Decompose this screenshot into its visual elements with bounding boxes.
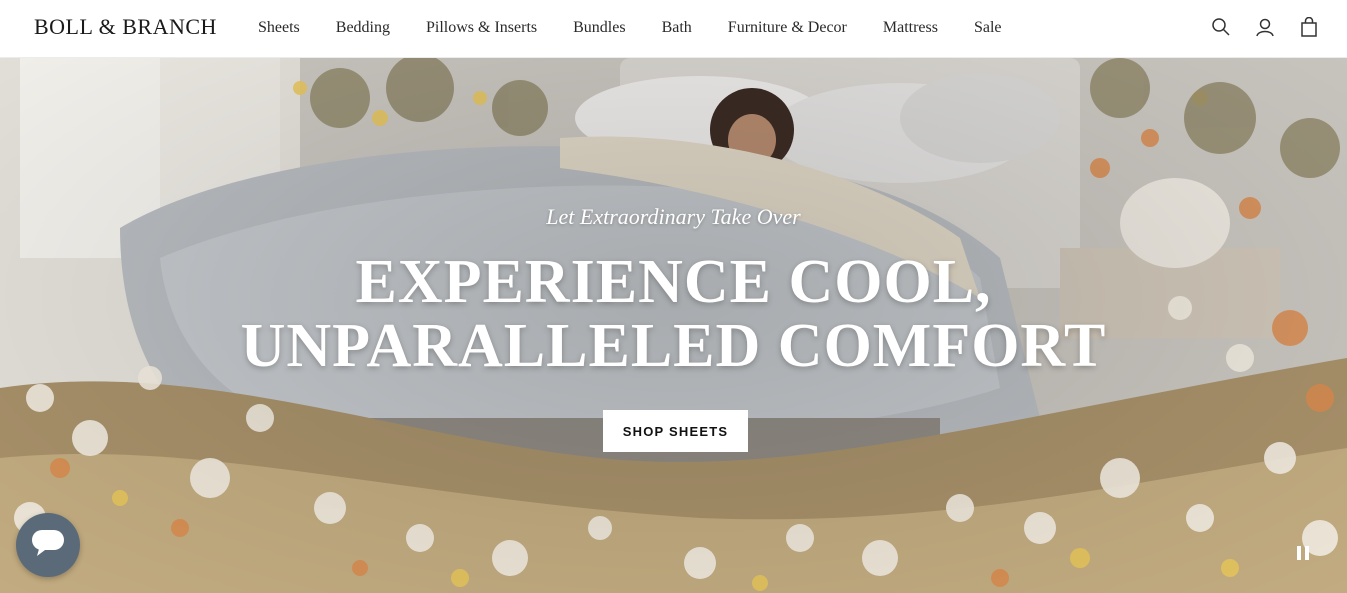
- chat-button[interactable]: [16, 513, 80, 577]
- nav-item-bundles[interactable]: Bundles: [573, 18, 625, 38]
- nav-item-sale[interactable]: Sale: [974, 18, 1002, 38]
- header-actions: [1211, 16, 1319, 38]
- hero-subtitle: Let Extraordinary Take Over: [546, 204, 801, 229]
- hero-title-line-2: UNPARALLELED COMFORT: [240, 312, 1107, 380]
- pause-button[interactable]: [1292, 544, 1314, 566]
- main-nav: Sheets Bedding Pillows & Inserts Bundles…: [258, 18, 1002, 38]
- nav-item-bedding[interactable]: Bedding: [336, 18, 390, 38]
- nav-item-mattress[interactable]: Mattress: [883, 18, 938, 38]
- search-icon[interactable]: [1211, 16, 1231, 38]
- account-icon[interactable]: [1255, 16, 1275, 38]
- hero-title-line-1: EXPERIENCE COOL,: [355, 248, 992, 316]
- hero-title: EXPERIENCE COOL, UNPARALLELED COMFORT: [0, 250, 1347, 378]
- hero-banner: Let Extraordinary Take Over EXPERIENCE C…: [0, 58, 1347, 593]
- brand-logo[interactable]: BOLL & BRANCH: [34, 14, 217, 40]
- site-header: BOLL & BRANCH Sheets Bedding Pillows & I…: [0, 0, 1347, 58]
- nav-item-sheets[interactable]: Sheets: [258, 18, 300, 38]
- pause-icon: [1296, 545, 1310, 566]
- nav-item-furniture-decor[interactable]: Furniture & Decor: [728, 18, 847, 38]
- chat-bubble-icon: [31, 529, 65, 562]
- cart-icon[interactable]: [1299, 16, 1319, 38]
- nav-item-pillows-inserts[interactable]: Pillows & Inserts: [426, 18, 537, 38]
- shop-sheets-button[interactable]: SHOP SHEETS: [603, 410, 748, 452]
- nav-item-bath[interactable]: Bath: [662, 18, 692, 38]
